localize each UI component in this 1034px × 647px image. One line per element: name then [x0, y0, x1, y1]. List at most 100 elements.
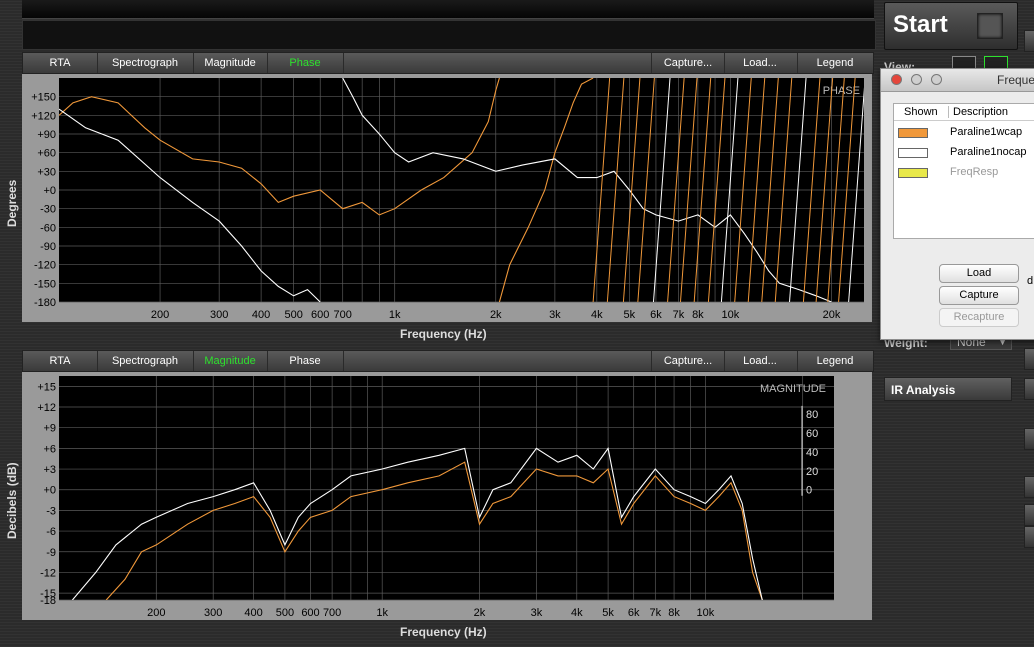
- y-tick-label: +0: [43, 185, 56, 197]
- x-tick-label: 20k: [823, 309, 841, 321]
- x-tick-label: 8k: [668, 607, 680, 619]
- magnitude-x-axis-label: Frequency (Hz): [400, 625, 487, 639]
- x-tick-label: 8k: [692, 309, 704, 321]
- legend-row[interactable]: FreqResp: [894, 164, 1034, 182]
- legend-button[interactable]: Legend: [797, 53, 873, 73]
- y2-tick-label: 60: [806, 428, 818, 440]
- edge-button[interactable]: [1024, 526, 1034, 548]
- edge-button[interactable]: [1024, 428, 1034, 450]
- x-tick-label: 1k: [376, 607, 388, 619]
- phase-graph-panel: +150 +120 +90 +60 +30 +0 -30 -60 -90 -120 -150 -180…: [22, 74, 872, 322]
- y2-tick-label: 40: [806, 447, 818, 459]
- x-tick-label: 5k: [602, 607, 614, 619]
- chart-title: MAGNITUDE: [760, 383, 826, 395]
- edge-button[interactable]: [1024, 476, 1034, 498]
- y-tick-label: +0: [43, 485, 56, 497]
- bottom-graph-tabbar: RTA Spectrograph Magnitude Phase Capture…: [22, 350, 874, 372]
- y-tick-label: -30: [40, 204, 56, 216]
- start-button-label: Start: [893, 11, 948, 38]
- edge-button[interactable]: [1024, 348, 1034, 370]
- y-tick-label: +150: [31, 92, 56, 104]
- x-tick-label: 4k: [571, 607, 583, 619]
- top-display-strip: [22, 20, 876, 50]
- dialog-capture-button[interactable]: Capture: [939, 286, 1019, 305]
- x-tick-label: 2k: [490, 309, 502, 321]
- zoom-icon[interactable]: [931, 74, 942, 85]
- tab-spectrograph[interactable]: Spectrograph: [97, 351, 194, 371]
- x-tick-label: 3k: [549, 309, 561, 321]
- tab-phase[interactable]: Phase: [267, 53, 344, 73]
- tab-magnitude[interactable]: Magnitude: [193, 53, 268, 73]
- tab-phase[interactable]: Phase: [267, 351, 344, 371]
- x-tick-label: 4k: [591, 309, 603, 321]
- x-tick-label: 5k: [624, 309, 636, 321]
- legend-row-description: Paraline1nocap: [950, 146, 1027, 158]
- x-tick-label: 600: [301, 607, 319, 619]
- magnitude-y-axis-label: Decibels (dB): [5, 462, 19, 539]
- phase-x-axis-label: Frequency (Hz): [400, 327, 487, 341]
- y-tick-label: +15: [37, 381, 56, 393]
- top-graph-tabbar: RTA Spectrograph Magnitude Phase Capture…: [22, 52, 874, 74]
- y2-tick-label: 20: [806, 466, 818, 478]
- close-icon[interactable]: [891, 74, 902, 85]
- x-tick-label: 3k: [531, 607, 543, 619]
- edge-button[interactable]: [1024, 504, 1034, 526]
- col-shown: Shown: [904, 106, 938, 118]
- x-tick-label: 1k: [389, 309, 401, 321]
- y-tick-label: -60: [40, 222, 56, 234]
- x-tick-label: 6k: [650, 309, 662, 321]
- x-tick-label: 7k: [673, 309, 685, 321]
- frequency-legend-dialog: Freque Shown Description Paraline1wcap P…: [880, 68, 1034, 340]
- x-tick-label: 300: [210, 309, 228, 321]
- y-tick-label: +6: [43, 443, 56, 455]
- y-tick-label: -9: [46, 547, 56, 559]
- ir-analysis-button[interactable]: IR Analysis: [884, 377, 1012, 401]
- y-tick-label: +90: [37, 129, 56, 141]
- x-tick-label: 500: [284, 309, 302, 321]
- y-tick-label: -18: [40, 595, 56, 607]
- x-tick-label: 300: [204, 607, 222, 619]
- load-button[interactable]: Load...: [723, 351, 798, 371]
- x-tick-label: 400: [244, 607, 262, 619]
- y2-tick-label: 80: [806, 409, 818, 421]
- dialog-title: Freque: [997, 73, 1034, 87]
- load-button[interactable]: Load...: [723, 53, 798, 73]
- plot-area: [59, 376, 834, 600]
- minimize-icon[interactable]: [911, 74, 922, 85]
- x-tick-label: 200: [147, 607, 165, 619]
- legend-row[interactable]: Paraline1wcap: [894, 124, 1034, 142]
- dialog-titlebar[interactable]: Freque: [881, 69, 1034, 92]
- x-tick-label: 10k: [697, 607, 715, 619]
- edge-button[interactable]: [1024, 378, 1034, 400]
- y-tick-label: +9: [43, 423, 56, 435]
- col-description: Description: [948, 106, 1008, 118]
- x-tick-label: 400: [252, 309, 270, 321]
- x-tick-label: 6k: [628, 607, 640, 619]
- legend-row[interactable]: Paraline1nocap: [894, 144, 1034, 162]
- magnitude-chart[interactable]: +15+12+9+6+3+0-3-6-9-12-15-18200 300 400 50…: [22, 372, 872, 620]
- x-tick-label: 2k: [474, 607, 486, 619]
- x-tick-label: 7k: [650, 607, 662, 619]
- stop-square-icon: [977, 13, 1003, 39]
- phase-chart[interactable]: +150 +120 +90 +60 +30 +0 -30 -60 -90 -120 -150 -180…: [22, 74, 872, 322]
- dialog-load-button[interactable]: Load: [939, 264, 1019, 283]
- phase-y-axis-label: Degrees: [5, 179, 19, 227]
- tab-rta[interactable]: RTA: [23, 351, 98, 371]
- edge-button[interactable]: [1024, 30, 1034, 52]
- capture-button[interactable]: Capture...: [651, 351, 725, 371]
- y-tick-label: +3: [43, 464, 56, 476]
- start-button[interactable]: Start: [884, 2, 1018, 50]
- tab-spectrograph[interactable]: Spectrograph: [97, 53, 194, 73]
- color-swatch[interactable]: [898, 128, 928, 138]
- tab-rta[interactable]: RTA: [23, 53, 98, 73]
- tab-magnitude[interactable]: Magnitude: [193, 351, 268, 371]
- truncated-text: d: [1027, 275, 1034, 287]
- y-tick-label: -12: [40, 567, 56, 579]
- color-swatch[interactable]: [898, 148, 928, 158]
- dialog-recapture-button: Recapture: [939, 308, 1019, 327]
- capture-button[interactable]: Capture...: [651, 53, 725, 73]
- y-tick-label: +120: [31, 110, 56, 122]
- x-tick-label: 200: [151, 309, 169, 321]
- color-swatch[interactable]: [898, 168, 928, 178]
- legend-button[interactable]: Legend: [797, 351, 873, 371]
